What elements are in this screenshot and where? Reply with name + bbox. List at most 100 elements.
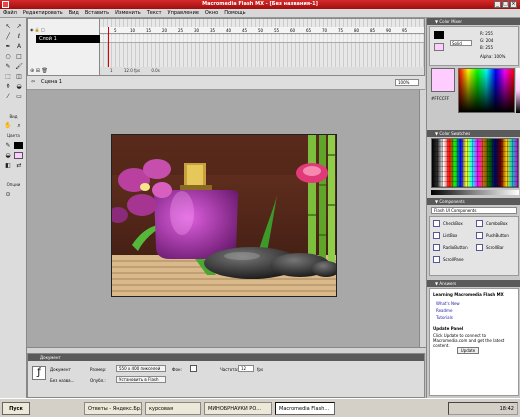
component-listbox[interactable]: ListBox [433, 232, 457, 239]
minimize-button[interactable]: _ [494, 1, 501, 8]
menu-edit[interactable]: Редактировать [20, 9, 66, 18]
whats-new-link[interactable]: What's New [436, 301, 460, 306]
color-mixer-header[interactable]: ▼ Color Mixer [427, 18, 520, 25]
maximize-button[interactable]: □ [502, 1, 509, 8]
menu-view[interactable]: Вид [66, 9, 82, 18]
stage-image[interactable] [111, 134, 337, 297]
options-section-label: Опции [6, 182, 21, 187]
publish-button[interactable]: Установить в Flash [116, 376, 166, 383]
free-transform-tool-icon[interactable]: ⬚ [3, 72, 13, 81]
components-header[interactable]: ▼ Components [427, 198, 520, 205]
brightness-slider[interactable] [516, 68, 520, 113]
hand-tool-icon[interactable]: ✋ [3, 121, 13, 130]
taskbar-item-yandex[interactable]: Ответы - Яндекс.Бр... [84, 402, 142, 415]
properties-panel: Документ ƒ Документ Без назва... Размер:… [27, 353, 425, 398]
pen-tool-icon[interactable]: ✒ [3, 42, 13, 51]
readme-link[interactable]: Readme [436, 308, 452, 313]
component-combobox[interactable]: ComboBox [476, 220, 508, 227]
color-swatches-header[interactable]: ▼ Color Swatches [427, 130, 520, 137]
blue-value[interactable]: B: 255 [480, 45, 493, 50]
update-button[interactable]: Update [457, 347, 479, 354]
menu-control[interactable]: Управление [165, 9, 202, 18]
taskbar-item-flash[interactable]: Macromedia Flash... [275, 402, 335, 415]
text-tool-icon[interactable]: A [14, 42, 24, 51]
timeline-status: 1 12.0 fps 0.0s [100, 67, 424, 75]
stroke-color-swatch[interactable] [14, 142, 23, 149]
ruler-tick-label: 5 [114, 28, 117, 33]
bg-color-swatch[interactable] [190, 365, 197, 372]
back-arrow-icon[interactable]: ⇦ [31, 79, 35, 85]
eye-icon[interactable]: ◉ 🔒 □ [30, 27, 45, 32]
menu-bar: Файл Редактировать Вид Вставить Изменить Текс… [0, 9, 520, 18]
ruler-tick-label: 60 [290, 28, 296, 33]
layer-row[interactable]: Слой 1 [36, 35, 100, 43]
paint-bucket-tool-icon[interactable]: ◒ [14, 82, 24, 91]
scrollbar-icon [476, 244, 483, 251]
menu-insert[interactable]: Вставить [82, 9, 112, 18]
fill-type-select[interactable]: Solid [450, 40, 472, 46]
arrow-tool-icon[interactable]: ↖ [3, 22, 13, 31]
zoom-tool-icon[interactable]: ⌕ [14, 121, 24, 130]
menu-window[interactable]: Окно [202, 9, 221, 18]
vertical-scrollbar[interactable] [419, 90, 426, 347]
window-title: Macromedia Flash MX - [Без названия-1] [202, 1, 318, 7]
component-label: CheckBox [443, 221, 463, 226]
color-swatches-grid[interactable] [431, 138, 519, 188]
fill-transform-tool-icon[interactable]: ◫ [14, 72, 24, 81]
gradient-swatches[interactable] [431, 190, 519, 195]
components-select[interactable]: Flash UI Components [431, 207, 517, 214]
frame-row[interactable] [100, 35, 424, 43]
mixer-stroke-swatch[interactable] [434, 31, 444, 39]
rectangle-tool-icon[interactable]: □ [14, 52, 24, 61]
component-scrollpane[interactable]: ScrollPane [433, 256, 464, 263]
red-value[interactable]: R: 255 [480, 31, 493, 36]
ruler-tick-label: 30 [194, 28, 200, 33]
menu-modify[interactable]: Изменить [112, 9, 144, 18]
properties-header[interactable]: Документ [28, 354, 424, 361]
component-pushbutton[interactable]: PushButton [476, 232, 509, 239]
snap-option-icon[interactable]: ⊙ [3, 190, 13, 199]
component-label: ComboBox [486, 221, 508, 226]
component-checkbox[interactable]: CheckBox [433, 220, 463, 227]
swap-colors-icon[interactable]: ⇄ [14, 161, 24, 170]
frames-area[interactable]: 5 10 15 20 25 30 35 40 45 50 55 60 65 70 75 80 85 90 95 1 … [100, 19, 424, 75]
start-button[interactable]: Пуск [2, 402, 30, 415]
fill-color-icon[interactable]: ◒ [3, 151, 13, 160]
component-scrollbar[interactable]: ScrollBar [476, 244, 504, 251]
menu-text[interactable]: Текст [144, 9, 165, 18]
eraser-tool-icon[interactable]: ▭ [14, 92, 24, 101]
zoom-select[interactable]: 100% [395, 79, 419, 86]
ruler-tick-label: 55 [274, 28, 280, 33]
fill-color-swatch[interactable] [14, 152, 23, 159]
fps-label: Частота: [220, 367, 239, 372]
ink-bottle-tool-icon[interactable]: ⚱ [3, 82, 13, 91]
tutorials-link[interactable]: Tutorials [436, 315, 453, 320]
taskbar-item-minobrnauki[interactable]: МИНОБРНАУКИ РО... [204, 402, 272, 415]
mixer-fill-swatch[interactable] [434, 43, 444, 51]
components-list: CheckBox ComboBox ListBox PushButton Rad… [429, 216, 519, 276]
add-layer-icon[interactable]: ⊕ ⊞ 🗑 [30, 68, 48, 74]
color-spectrum[interactable] [458, 68, 515, 113]
subselect-tool-icon[interactable]: ↗ [14, 22, 24, 31]
green-value[interactable]: G: 204 [480, 38, 493, 43]
fps-input[interactable]: 12 [238, 365, 254, 372]
component-radiobutton[interactable]: RadioButton [433, 244, 468, 251]
ruler-tick-label: 25 [178, 28, 184, 33]
alpha-value[interactable]: Alpha: 100% [480, 54, 505, 59]
taskbar-item-kursovaya[interactable]: курсовая [145, 402, 201, 415]
brush-tool-icon[interactable]: 🖌 [14, 62, 24, 71]
answers-header[interactable]: ▼ Answers [427, 280, 520, 287]
menu-help[interactable]: Помощь [221, 9, 248, 18]
menu-file[interactable]: Файл [0, 9, 20, 18]
size-button[interactable]: 550 x 400 пикселей [116, 365, 166, 372]
stroke-color-icon[interactable]: ✎ [3, 141, 13, 150]
publish-label: Опубл.: [90, 378, 106, 383]
close-button[interactable]: × [510, 1, 517, 8]
lasso-tool-icon[interactable]: ℓ [14, 32, 24, 41]
eyedropper-tool-icon[interactable]: ⁄ [3, 92, 13, 101]
oval-tool-icon[interactable]: ○ [3, 52, 13, 61]
hex-value[interactable]: #FFCCFF [431, 96, 449, 101]
pencil-tool-icon[interactable]: ✎ [3, 62, 13, 71]
line-tool-icon[interactable]: ╱ [3, 32, 13, 41]
black-white-icon[interactable]: ◧ [3, 161, 13, 170]
